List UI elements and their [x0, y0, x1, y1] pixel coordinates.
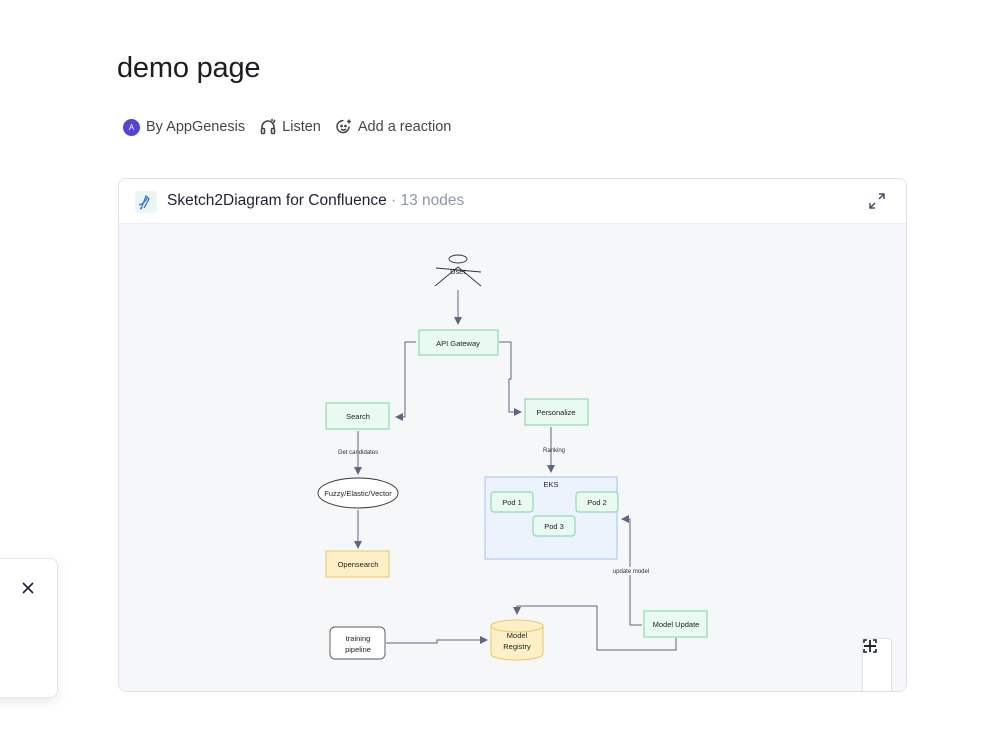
node-model-registry[interactable]	[490, 619, 544, 661]
edge-label-update-model: update model	[613, 569, 649, 575]
node-training-label-1: training	[346, 634, 371, 643]
node-training-pipeline[interactable]	[329, 626, 386, 660]
node-eks-label: EKS	[543, 480, 558, 489]
node-search-label: Search	[346, 412, 370, 421]
page-title: demo page	[117, 52, 261, 84]
node-model-update-label: Model Update	[653, 620, 700, 629]
emoji-add-icon	[336, 119, 351, 134]
app-logo-icon	[135, 191, 157, 213]
node-count: · 13 nodes	[391, 192, 465, 209]
expand-icon[interactable]	[868, 192, 886, 210]
node-personalize-label: Personalize	[536, 408, 575, 417]
reaction-label: Add a reaction	[357, 119, 452, 135]
diagram-macro: Sketch2Diagram for Confluence · 13 nodes	[118, 178, 907, 692]
headphones-icon	[260, 119, 276, 135]
node-registry-label-1: Model	[507, 631, 528, 640]
node-opensearch-label: Opensearch	[338, 560, 379, 569]
edge-api-personalize	[499, 341, 522, 416]
zoom-out-button[interactable]	[863, 645, 891, 691]
edge-label-get-candidates: Get candidates	[338, 450, 378, 456]
app-name: Sketch2Diagram for Confluence	[167, 192, 387, 209]
edge-api-search	[395, 341, 416, 421]
listen-button[interactable]: Listen	[259, 118, 321, 136]
diagram-canvas[interactable]: Get candidates Ranking update model User…	[119, 223, 906, 691]
zoom-controls	[862, 638, 892, 691]
node-pod3-label: Pod 3	[544, 522, 564, 531]
node-registry-label-2: Registry	[503, 642, 531, 651]
close-icon[interactable]	[21, 581, 35, 595]
node-api-gateway-label: API Gateway	[436, 339, 480, 348]
node-pod2-label: Pod 2	[587, 498, 607, 507]
macro-header: Sketch2Diagram for Confluence · 13 nodes	[119, 179, 906, 223]
avatar: A	[123, 118, 140, 136]
author-name: By AppGenesis	[146, 119, 246, 135]
author-link[interactable]: A By AppGenesis	[123, 118, 246, 136]
fit-view-icon	[863, 639, 877, 653]
node-fuzzy-label: Fuzzy/Elastic/Vector	[324, 489, 392, 498]
edge-training-registry	[386, 636, 488, 644]
listen-label: Listen	[282, 119, 321, 135]
node-training-label-2: pipeline	[345, 645, 371, 654]
byline: A By AppGenesis Listen Add a reaction	[123, 116, 465, 138]
node-pod1-label: Pod 1	[502, 498, 522, 507]
edge-label-ranking: Ranking	[543, 448, 565, 454]
side-panel: e	[0, 558, 58, 698]
node-user-label: User	[450, 267, 466, 276]
macro-title: Sketch2Diagram for Confluence · 13 nodes	[167, 192, 464, 210]
add-reaction-button[interactable]: Add a reaction	[335, 118, 452, 136]
